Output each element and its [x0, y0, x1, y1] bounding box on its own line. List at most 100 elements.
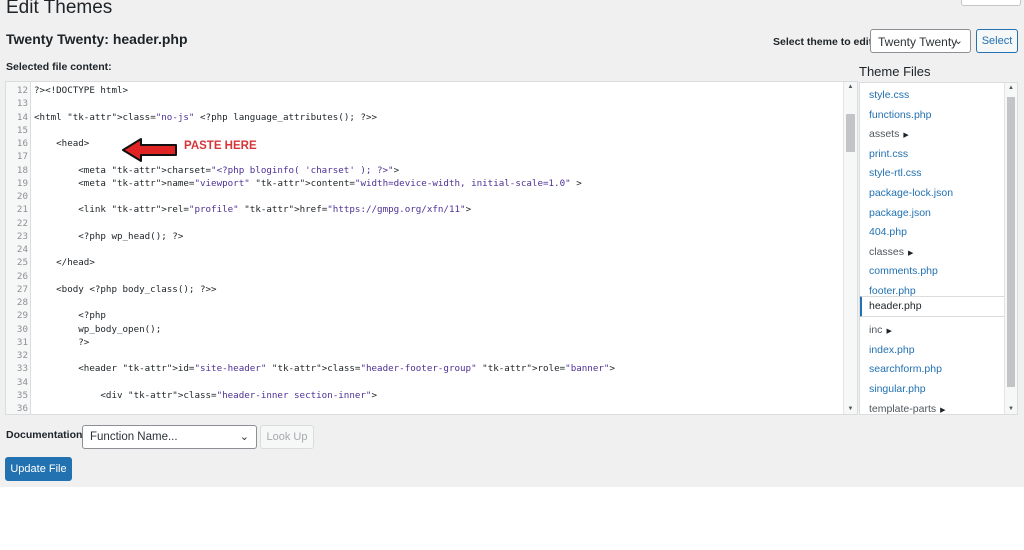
- line-number: 27: [16, 283, 28, 295]
- scroll-down-icon[interactable]: ▼: [1005, 406, 1017, 412]
- line-number: 35: [16, 389, 28, 401]
- folder-item[interactable]: assets ▶: [860, 125, 1006, 143]
- file-list-scroll-thumb[interactable]: [1007, 97, 1015, 387]
- scroll-up-icon[interactable]: ▲: [844, 84, 857, 90]
- function-name-select[interactable]: Function Name... ⌄: [82, 425, 257, 449]
- update-file-button[interactable]: Update File: [5, 457, 72, 481]
- line-number: 19: [16, 177, 28, 189]
- red-arrow-left-icon: [122, 138, 177, 162]
- line-number: 22: [16, 217, 28, 229]
- file-item-label: comments.php: [869, 265, 938, 278]
- line-number: 24: [16, 244, 28, 255]
- select-theme-button[interactable]: Select: [976, 29, 1018, 53]
- file-item[interactable]: functions.php: [860, 106, 1006, 124]
- caret-right-icon: ▶: [908, 249, 914, 257]
- file-item-label: classes: [869, 245, 905, 258]
- file-item[interactable]: 404.php: [860, 223, 1006, 241]
- file-item[interactable]: index.php: [860, 341, 1006, 359]
- code-text: <body <?php body_class(); ?>>: [34, 283, 217, 295]
- theme-files-list: style.css functions.php assets ▶ print.css st…: [859, 82, 1018, 415]
- file-item-label: print.css: [869, 147, 909, 160]
- code-text: ?>: [34, 336, 90, 348]
- code-line[interactable]: 34: [6, 376, 842, 389]
- scroll-up-icon[interactable]: ▲: [1005, 85, 1017, 91]
- caret-right-icon: ▶: [886, 328, 892, 336]
- file-item[interactable]: searchform.php: [860, 360, 1006, 378]
- line-number: 16: [16, 138, 28, 149]
- line-number: 18: [16, 164, 28, 176]
- line-number: 12: [16, 85, 28, 96]
- code-line[interactable]: 31 ?>: [6, 336, 842, 349]
- code-line[interactable]: 36: [6, 402, 842, 414]
- code-line[interactable]: 22: [6, 217, 842, 230]
- file-list-scrollbar[interactable]: ▲ ▼: [1004, 83, 1017, 414]
- file-item[interactable]: print.css: [860, 145, 1006, 163]
- line-number: 15: [16, 124, 28, 136]
- file-item-label: inc: [869, 324, 883, 337]
- code-line[interactable]: 20: [6, 190, 842, 203]
- code-text: <meta "tk-attr">charset="<?php bloginfo(…: [34, 164, 400, 176]
- line-number: 31: [16, 336, 28, 348]
- theme-select[interactable]: Twenty Twenty ⌄: [870, 29, 971, 53]
- code-line[interactable]: 26: [6, 270, 842, 283]
- file-item-label: 404.php: [869, 226, 907, 239]
- paste-here-annotation: PASTE HERE: [184, 140, 257, 152]
- code-line[interactable]: 21 <link "tk-attr">rel="profile" "tk-att…: [6, 203, 842, 216]
- line-number: 32: [16, 350, 28, 361]
- file-item-label: functions.php: [869, 108, 932, 121]
- line-number: 29: [16, 310, 28, 322]
- code-line[interactable]: 19 <meta "tk-attr">name="viewport" "tk-a…: [6, 177, 842, 190]
- code-line[interactable]: 29 <?php: [6, 309, 842, 322]
- file-item[interactable]: style-rtl.css: [860, 164, 1006, 182]
- code-line[interactable]: 14 <html "tk-attr">class="no-js" <?php la…: [6, 111, 842, 124]
- code-line[interactable]: 28: [6, 296, 842, 309]
- code-line[interactable]: 35 <div "tk-attr">class="header-inner se…: [6, 389, 842, 402]
- code-line[interactable]: 23 <?php wp_head(); ?>: [6, 230, 842, 243]
- file-item-label: style.css: [869, 89, 910, 101]
- file-item-label: template-parts: [869, 402, 937, 415]
- code-text: </head>: [34, 257, 95, 269]
- code-line[interactable]: 15: [6, 124, 842, 137]
- folder-item[interactable]: inc ▶: [860, 321, 1006, 339]
- code-line[interactable]: 33 <header "tk-attr">id="site-header" "t…: [6, 362, 842, 375]
- code-line[interactable]: 25 </head>: [6, 256, 842, 269]
- file-item[interactable]: package.json: [860, 204, 1006, 222]
- theme-files-title: Theme Files: [859, 64, 931, 79]
- look-up-button[interactable]: Look Up: [260, 425, 314, 449]
- code-line[interactable]: 32: [6, 349, 842, 362]
- file-item[interactable]: comments.php: [860, 262, 1006, 280]
- editor-scroll-thumb[interactable]: [846, 114, 855, 152]
- file-item[interactable]: header.php: [860, 296, 1006, 317]
- code-text: <?php: [34, 310, 106, 322]
- scroll-down-icon[interactable]: ▼: [844, 406, 857, 412]
- code-line[interactable]: 24: [6, 243, 842, 256]
- code-text: <link "tk-attr">rel="profile" "tk-attr">…: [34, 204, 472, 216]
- code-line[interactable]: 27 <body <?php body_class(); ?>>: [6, 283, 842, 296]
- code-line[interactable]: 18 <meta "tk-attr">charset="<?php blogin…: [6, 164, 842, 177]
- theme-select-value: Twenty Twenty: [878, 35, 958, 49]
- editor-scrollbar[interactable]: ▲ ▼: [843, 82, 857, 414]
- code-editor[interactable]: 12 ?><!DOCTYPE html> 13 14 <html "tk-attr">c…: [5, 81, 858, 415]
- help-tab-button[interactable]: [961, 0, 1021, 6]
- folder-item[interactable]: classes ▶: [860, 243, 1006, 261]
- code-line[interactable]: 13: [6, 97, 842, 110]
- line-number: 21: [16, 204, 28, 216]
- file-item-label: searchform.php: [869, 363, 942, 376]
- file-item-label: index.php: [869, 343, 915, 356]
- file-item-label: package-lock.json: [869, 187, 954, 199]
- file-item[interactable]: singular.php: [860, 380, 1006, 398]
- line-number: 14: [16, 111, 28, 123]
- folder-item[interactable]: template-parts ▶: [860, 400, 1006, 415]
- file-item[interactable]: style.css: [860, 86, 1006, 104]
- code-text: <?php wp_head(); ?>: [34, 230, 184, 242]
- caret-right-icon: ▶: [903, 132, 909, 140]
- admin-content-area: Edit Themes Twenty Twenty: header.php Se…: [0, 0, 1024, 487]
- line-number: 20: [16, 191, 28, 202]
- chevron-down-icon: ⌄: [239, 431, 249, 443]
- chevron-down-icon: ⌄: [953, 35, 963, 47]
- line-number: 28: [16, 297, 28, 308]
- code-line[interactable]: 12 ?><!DOCTYPE html>: [6, 84, 842, 97]
- code-line[interactable]: 30 wp_body_open();: [6, 323, 842, 336]
- file-item[interactable]: package-lock.json: [860, 184, 1006, 202]
- line-number: 26: [16, 270, 28, 282]
